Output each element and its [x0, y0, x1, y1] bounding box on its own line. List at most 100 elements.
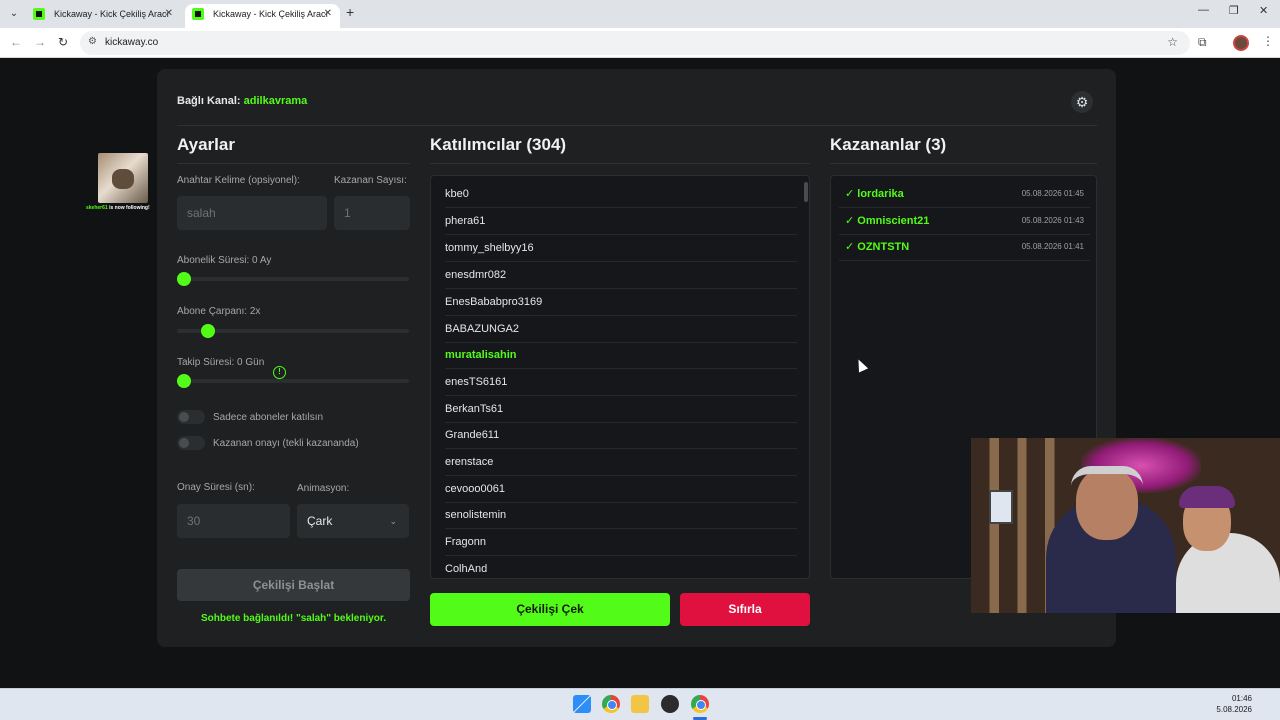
tab-title: Kickaway - Kick Çekiliş Aracı — [213, 9, 329, 19]
obs-icon[interactable] — [661, 695, 679, 713]
connected-channel: Bağlı Kanal: adilkavrama — [177, 95, 307, 107]
clock-time: 01:46 — [1231, 694, 1252, 703]
info-icon[interactable]: ! — [273, 366, 286, 379]
confirm-time-label: Onay Süresi (sn): — [177, 482, 255, 493]
follow-alert-text: skeher61 is now following! — [86, 205, 150, 211]
winner-name: ✓ Omniscient21 — [845, 215, 930, 227]
slider-handle[interactable] — [201, 324, 215, 338]
participant-row: erenstace — [445, 449, 797, 476]
divider — [430, 163, 810, 164]
winner-confirm-toggle[interactable] — [177, 436, 205, 450]
browser-tab-1[interactable]: Kickaway - Kick Çekiliş Aracı ✕ — [26, 4, 181, 28]
follow-duration-slider[interactable] — [177, 374, 409, 388]
system-clock[interactable]: 01:46 5.08.2026 — [1216, 693, 1252, 715]
participants-list[interactable]: kbe0 phera61 tommy_shelbyy16 enesdmr082 … — [430, 175, 810, 579]
participant-row: Fragonn — [445, 529, 797, 556]
reload-icon[interactable]: ↻ — [58, 35, 68, 49]
animation-label: Animasyon: — [297, 483, 350, 494]
settings-title: Ayarlar — [177, 135, 235, 154]
winner-name: ✓ OZNTSTN — [845, 241, 910, 253]
kick-favicon-icon — [192, 8, 204, 20]
extensions-puzzle-icon[interactable]: ⧉ — [1198, 35, 1207, 50]
jersey-frame-image — [989, 490, 1013, 524]
windows-start-icon[interactable] — [573, 695, 591, 713]
window-close-icon[interactable]: ✕ — [1259, 4, 1268, 17]
winner-confirm-label: Kazanan onayı (tekli kazananda) — [213, 438, 359, 449]
participant-row: cevooo0061 — [445, 476, 797, 503]
follow-alert-overlay: skeher61 is now following! — [86, 153, 162, 217]
slider-handle[interactable] — [177, 272, 191, 286]
divider — [177, 163, 410, 164]
chrome-icon[interactable] — [602, 695, 620, 713]
subs-only-toggle[interactable] — [177, 410, 205, 424]
webcam-overlay — [971, 438, 1280, 613]
sub-multiplier-label: Abone Çarpanı: 2x — [177, 306, 261, 317]
browser-menu-icon[interactable]: ⋮ — [1262, 34, 1274, 48]
keyword-label: Anahtar Kelime (opsiyonel): — [177, 175, 300, 186]
windows-taskbar: 01:46 5.08.2026 — [0, 688, 1280, 720]
winner-time: 05.08.2026 01:41 — [1021, 242, 1084, 251]
browser-toolbar: ← → ↻ ⚙ kickaway.co ☆ ⧉ ⋮ — [0, 28, 1280, 58]
browser-tab-bar: ⌄ Kickaway - Kick Çekiliş Aracı ✕ Kickaw… — [0, 0, 1280, 28]
participant-row: enesdmr082 — [445, 262, 797, 289]
kick-favicon-icon — [33, 8, 45, 20]
participant-row: senolistemin — [445, 502, 797, 529]
winner-count-input[interactable]: 1 — [334, 196, 410, 230]
divider — [830, 163, 1097, 164]
start-giveaway-button[interactable]: Çekilişi Başlat — [177, 569, 410, 601]
clock-date: 5.08.2026 — [1216, 705, 1252, 714]
slider-handle[interactable] — [177, 374, 191, 388]
forward-arrow-icon[interactable]: → — [34, 35, 46, 49]
tab-search-chevron-icon[interactable]: ⌄ — [6, 6, 22, 22]
animation-select[interactable]: Çark ⌄ — [297, 504, 409, 538]
winner-name: ✓ lordarika — [845, 188, 904, 200]
participant-row: BerkanTs61 — [445, 396, 797, 423]
tab-close-icon[interactable]: ✕ — [165, 4, 173, 24]
back-arrow-icon[interactable]: ← — [10, 35, 22, 49]
sub-duration-slider[interactable] — [177, 272, 409, 286]
cat-alert-image — [98, 153, 148, 203]
url-text[interactable]: kickaway.co — [105, 37, 158, 48]
reset-button[interactable]: Sıfırla — [680, 593, 810, 626]
list-scrollbar[interactable] — [804, 182, 808, 202]
participant-row-highlighted: muratalisahin — [445, 342, 797, 369]
keyword-input[interactable]: salah — [177, 196, 327, 230]
profile-avatar[interactable] — [1233, 35, 1249, 51]
participant-row: EnesBababpro3169 — [445, 289, 797, 316]
follow-duration-label: Takip Süresi: 0 Gün — [177, 357, 265, 368]
participant-row: ColhAnd — [445, 556, 797, 578]
winner-time: 05.08.2026 01:45 — [1021, 189, 1084, 198]
file-explorer-icon[interactable] — [631, 695, 649, 713]
participant-row: BABAZUNGA2 — [445, 316, 797, 343]
confirm-time-input[interactable]: 30 — [177, 504, 290, 538]
winners-title: Kazananlar (3) — [830, 135, 947, 154]
winner-row: ✓ lordarika 05.08.2026 01:45 — [839, 181, 1090, 208]
winner-row: ✓ OZNTSTN 05.08.2026 01:41 — [839, 234, 1090, 261]
participant-row: kbe0 — [445, 181, 797, 208]
settings-gear-icon[interactable]: ⚙ — [1071, 91, 1093, 113]
browser-tab-2[interactable]: Kickaway - Kick Çekiliş Aracı ✕ — [185, 4, 340, 28]
tab-close-icon[interactable]: ✕ — [324, 4, 332, 24]
chrome-icon-active[interactable] — [691, 695, 709, 713]
headphones-image — [1071, 466, 1143, 486]
participant-row: Grande611 — [445, 422, 797, 449]
channel-label: Bağlı Kanal: — [177, 95, 241, 107]
sub-multiplier-slider[interactable] — [177, 324, 409, 338]
chat-status-text: Sohbete bağlanıldı! "salah" bekleniyor. — [200, 613, 387, 624]
address-bar[interactable]: ⚙ kickaway.co ☆ — [80, 31, 1190, 55]
minimize-icon[interactable]: — — [1198, 4, 1209, 16]
winner-row: ✓ Omniscient21 05.08.2026 01:43 — [839, 208, 1090, 235]
divider — [177, 125, 1097, 126]
participant-row: enesTS6161 — [445, 369, 797, 396]
tab-title: Kickaway - Kick Çekiliş Aracı — [54, 9, 170, 19]
site-info-icon[interactable]: ⚙ — [88, 36, 97, 47]
bookmark-star-icon[interactable]: ☆ — [1167, 35, 1178, 49]
new-tab-plus-icon[interactable]: + — [346, 4, 354, 20]
participants-title: Katılımcılar (304) — [430, 135, 567, 154]
draw-winner-button[interactable]: Çekilişi Çek — [430, 593, 670, 626]
winner-time: 05.08.2026 01:43 — [1021, 216, 1084, 225]
page-content: skeher61 is now following! Bağlı Kanal: … — [0, 58, 1280, 688]
participant-row: phera61 — [445, 208, 797, 235]
guest-hair — [1179, 486, 1235, 508]
restore-icon[interactable]: ❐ — [1229, 4, 1239, 17]
